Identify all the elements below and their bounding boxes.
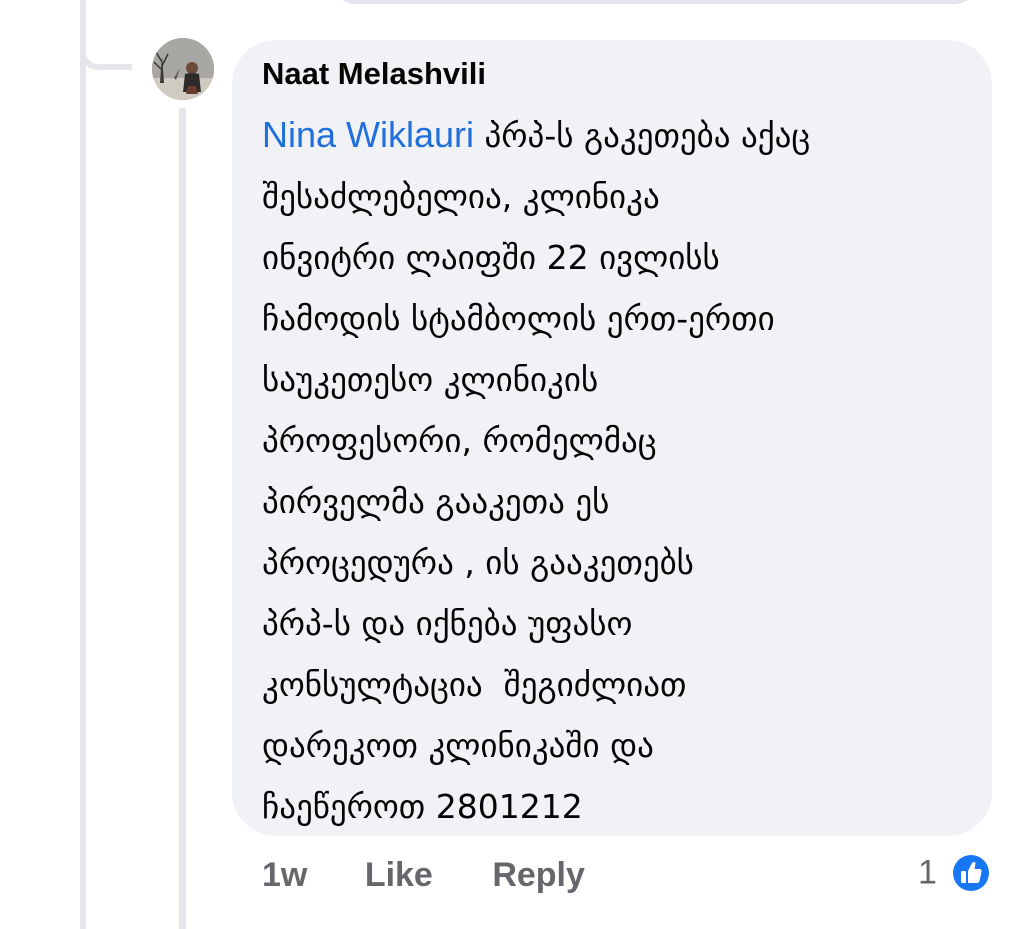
reaction-count: 1 — [918, 853, 937, 892]
mention-link[interactable]: Nina Wiklauri — [262, 114, 474, 155]
avatar[interactable] — [152, 38, 214, 100]
comment-author[interactable]: Naat Melashvili — [262, 56, 486, 92]
like-button[interactable]: Like — [365, 856, 433, 895]
previous-comment-bubble-edge — [330, 0, 980, 4]
comment-actions: 1w Like Reply — [262, 856, 585, 895]
comment-text: პრპ-ს გაკეთება აქაც შესაძლებელია, კლინიკ… — [262, 116, 811, 826]
like-reaction-icon — [951, 853, 992, 894]
thread-line — [80, 0, 86, 929]
reaction-summary[interactable]: 1 — [918, 852, 992, 894]
avatar-image — [152, 38, 214, 100]
reply-thread-line — [179, 108, 186, 929]
comment-body: Nina Wiklauri პრპ-ს გაკეთება აქაც შესაძლ… — [262, 104, 982, 837]
reply-button[interactable]: Reply — [492, 856, 585, 895]
comment-timestamp[interactable]: 1w — [262, 856, 307, 895]
thread-connector — [80, 0, 132, 70]
